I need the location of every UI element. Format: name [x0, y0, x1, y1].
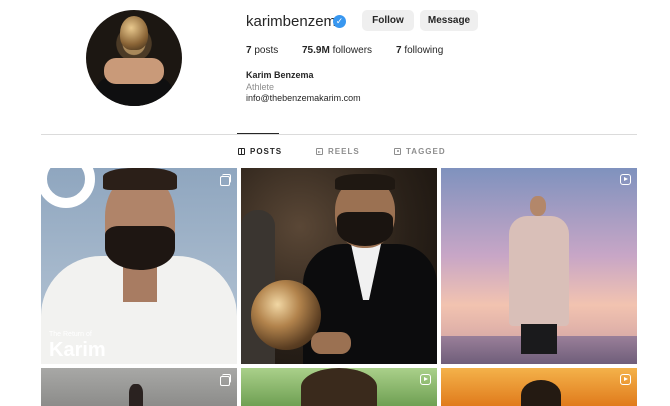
post-thumbnail-1[interactable]: The Return of Karim [41, 168, 237, 364]
profile-full-name: Karim Benzema [246, 70, 314, 80]
active-tab-indicator [237, 133, 279, 134]
followers-label: followers [332, 45, 373, 56]
hand [311, 332, 351, 354]
tab-posts[interactable]: POSTS [238, 147, 282, 156]
reel-icon [420, 374, 431, 385]
following-count: 7 [396, 45, 402, 56]
tab-reels-label: REELS [328, 147, 360, 156]
long-coat [509, 216, 569, 326]
avatar-trophy [120, 16, 148, 50]
message-button[interactable]: Message [420, 10, 478, 31]
beard [105, 226, 175, 270]
person-figure [129, 384, 143, 406]
following-label: following [404, 45, 444, 56]
avatar-hands [104, 58, 164, 84]
followers-count: 75.9M [302, 45, 330, 56]
trousers [521, 324, 557, 354]
post-thumbnail-2[interactable] [241, 168, 437, 364]
post-thumbnail-3[interactable] [441, 168, 637, 364]
carousel-icon [219, 374, 231, 386]
profile-category: Athlete [246, 82, 275, 92]
following-count-stat[interactable]: 7 following [396, 45, 443, 56]
magazine-logo [41, 168, 95, 208]
tab-tagged[interactable]: TAGGED [394, 147, 446, 156]
posts-count: 7 [246, 45, 252, 56]
hair [103, 168, 177, 190]
posts-label: posts [254, 45, 279, 56]
profile-email[interactable]: info@thebenzemakarim.com [246, 93, 361, 103]
hair [301, 368, 377, 406]
grid-icon [238, 148, 245, 155]
tabs-divider [41, 134, 637, 135]
posts-count-stat: 7 posts [246, 45, 278, 56]
tab-reels[interactable]: REELS [316, 147, 360, 156]
head-silhouette [521, 380, 561, 406]
follow-button[interactable]: Follow [362, 10, 414, 31]
profile-username: karimbenzema [246, 13, 345, 30]
post-thumbnail-6[interactable] [441, 368, 637, 406]
post-thumbnail-5[interactable] [241, 368, 437, 406]
face [530, 196, 546, 216]
tab-posts-label: POSTS [250, 147, 283, 156]
reels-icon [316, 148, 323, 155]
beard [337, 212, 393, 246]
reel-icon [620, 174, 631, 185]
tab-tagged-label: TAGGED [406, 147, 446, 156]
followers-count-stat[interactable]: 75.9M followers [302, 45, 372, 56]
tagged-icon [394, 148, 401, 155]
post-thumbnail-4[interactable] [41, 368, 237, 406]
verified-badge-icon: ✓ [333, 15, 346, 28]
reel-icon [620, 374, 631, 385]
hair [335, 174, 395, 190]
cover-title: Karim [49, 339, 106, 361]
profile-avatar[interactable] [86, 10, 182, 106]
cover-subtitle: The Return of [49, 331, 92, 338]
carousel-icon [219, 174, 231, 186]
